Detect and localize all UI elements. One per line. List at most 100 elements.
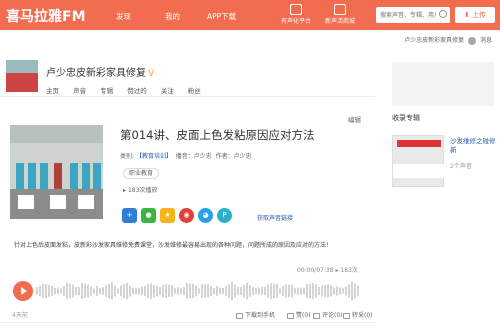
waveform-bar bbox=[315, 284, 317, 298]
tab-albums[interactable]: 专辑 bbox=[100, 87, 113, 95]
cover-person bbox=[93, 163, 101, 189]
waveform-bar bbox=[336, 286, 338, 296]
comment-label: 评论(0) bbox=[322, 312, 343, 319]
like-label: 赞(0) bbox=[296, 312, 311, 319]
edit-link[interactable]: 编辑 bbox=[348, 114, 361, 124]
waveform-bar bbox=[60, 288, 62, 294]
comment-button[interactable]: 评论(0) bbox=[313, 310, 343, 319]
waveform-bar bbox=[105, 285, 107, 297]
waveform-bar bbox=[264, 286, 266, 296]
nav-discover[interactable]: 发现 bbox=[116, 11, 131, 22]
qzone-icon[interactable]: ★ bbox=[160, 208, 175, 223]
waveform-bar bbox=[108, 283, 110, 299]
waveform-bar bbox=[93, 288, 95, 294]
download-icon bbox=[236, 312, 243, 319]
waveform-bar bbox=[333, 287, 335, 295]
episode-cover[interactable] bbox=[10, 125, 103, 219]
upload-button[interactable]: ⬆ 上传 bbox=[455, 7, 495, 23]
waveform-bar bbox=[300, 287, 302, 295]
waveform-bar bbox=[321, 285, 323, 297]
waveform-bar bbox=[54, 287, 56, 295]
waveform-bar bbox=[120, 285, 122, 297]
tab-sounds[interactable]: 声音 bbox=[73, 87, 86, 95]
waveform-bar bbox=[63, 286, 65, 296]
nav-voice-platform[interactable]: 有声化平台 bbox=[278, 4, 314, 25]
waveform-bar bbox=[324, 284, 326, 298]
waveform-bar bbox=[192, 283, 194, 299]
comment-icon bbox=[313, 312, 320, 319]
user-name[interactable]: 卢少忠皮新彩家具修复 bbox=[404, 37, 464, 44]
profile-avatar[interactable] bbox=[6, 60, 38, 92]
waveform-bar bbox=[66, 282, 68, 300]
waveform-bar bbox=[138, 287, 140, 295]
waveform-bar bbox=[99, 288, 101, 294]
waveform-bar bbox=[171, 285, 173, 297]
nav-app-download[interactable]: APP下载 bbox=[207, 11, 236, 22]
waveform-bar bbox=[42, 283, 44, 299]
top-bar: 喜马拉雅FM 发现 我的 APP下载 有声化平台 新声活商城 ⬆ 上传 bbox=[0, 0, 500, 30]
profile-name[interactable]: 卢少忠皮新彩家具修复 bbox=[46, 68, 146, 79]
wechat-icon[interactable]: ● bbox=[141, 208, 156, 223]
waveform-bar bbox=[198, 288, 200, 294]
sidebar-ad[interactable] bbox=[392, 62, 494, 106]
link-icon[interactable]: P bbox=[217, 208, 232, 223]
cover-person bbox=[40, 163, 48, 189]
episode-tag[interactable]: 职业教育 bbox=[123, 168, 160, 179]
search-input[interactable] bbox=[376, 7, 436, 23]
waveform-bar bbox=[123, 284, 125, 298]
site-logo[interactable]: 喜马拉雅FM bbox=[6, 6, 86, 26]
category-link[interactable]: 【教育培训】 bbox=[136, 153, 172, 160]
waveform-bar bbox=[330, 285, 332, 297]
album-cover-banner bbox=[397, 140, 441, 147]
waveform-bar bbox=[168, 284, 170, 298]
album-cover[interactable] bbox=[392, 135, 445, 187]
waveform[interactable] bbox=[36, 280, 362, 302]
cover-person bbox=[70, 163, 78, 189]
waveform-bar bbox=[177, 287, 179, 295]
repost-button[interactable]: 转采(0) bbox=[343, 310, 373, 319]
play-button[interactable] bbox=[13, 281, 33, 301]
waveform-bar bbox=[303, 287, 305, 295]
search-box[interactable] bbox=[376, 7, 450, 23]
weibo-icon[interactable]: ◉ bbox=[179, 208, 194, 223]
tab-fans[interactable]: 粉丝 bbox=[188, 87, 201, 95]
waveform-bar bbox=[261, 286, 263, 296]
share-link[interactable]: 获取声音链接 bbox=[257, 213, 293, 222]
like-button[interactable]: 赞(0) bbox=[287, 310, 311, 319]
tab-following[interactable]: 关注 bbox=[161, 87, 174, 95]
waveform-bar bbox=[45, 283, 47, 299]
waveform-bar bbox=[345, 286, 347, 296]
nav-mall[interactable]: 新声活商城 bbox=[322, 4, 358, 25]
waveform-bar bbox=[174, 288, 176, 294]
tab-liked[interactable]: 赞过的 bbox=[127, 87, 147, 95]
album-title-link[interactable]: 沙发维修之碰修新 bbox=[450, 137, 496, 155]
waveform-bar bbox=[201, 284, 203, 298]
waveform-bar bbox=[216, 286, 218, 296]
waveform-bar bbox=[87, 284, 89, 298]
waveform-bar bbox=[207, 284, 209, 298]
qq-icon[interactable]: ◕ bbox=[198, 208, 213, 223]
profile-name-row: 卢少忠皮新彩家具修复 V bbox=[46, 64, 154, 79]
nav-mine[interactable]: 我的 bbox=[165, 11, 180, 22]
waveform-bar bbox=[150, 283, 152, 299]
waveform-bar bbox=[294, 288, 296, 294]
tab-home[interactable]: 主页 bbox=[46, 87, 59, 95]
host-label: 播音：卢少忠 bbox=[175, 153, 212, 160]
plus-icon[interactable]: + bbox=[122, 208, 137, 223]
waveform-bar bbox=[357, 285, 359, 297]
waveform-bar bbox=[96, 286, 98, 296]
messages-link[interactable]: 消息 bbox=[480, 37, 492, 44]
author-label: 作者：卢少忠 bbox=[215, 153, 252, 160]
waveform-bar bbox=[156, 285, 158, 297]
user-avatar[interactable] bbox=[468, 36, 477, 45]
player-time-row: 00:00/07:38 ▸ 183次 bbox=[297, 265, 358, 274]
search-icon[interactable] bbox=[439, 10, 447, 18]
album-count: 2个声音 bbox=[450, 163, 472, 170]
waveform-bar bbox=[144, 285, 146, 297]
mic-icon bbox=[290, 4, 302, 15]
waveform-bar bbox=[48, 285, 50, 297]
waveform-bar bbox=[111, 282, 113, 300]
waveform-bar bbox=[222, 287, 224, 295]
waveform-bar bbox=[228, 283, 230, 299]
download-button[interactable]: 下载到手机 bbox=[236, 310, 275, 319]
